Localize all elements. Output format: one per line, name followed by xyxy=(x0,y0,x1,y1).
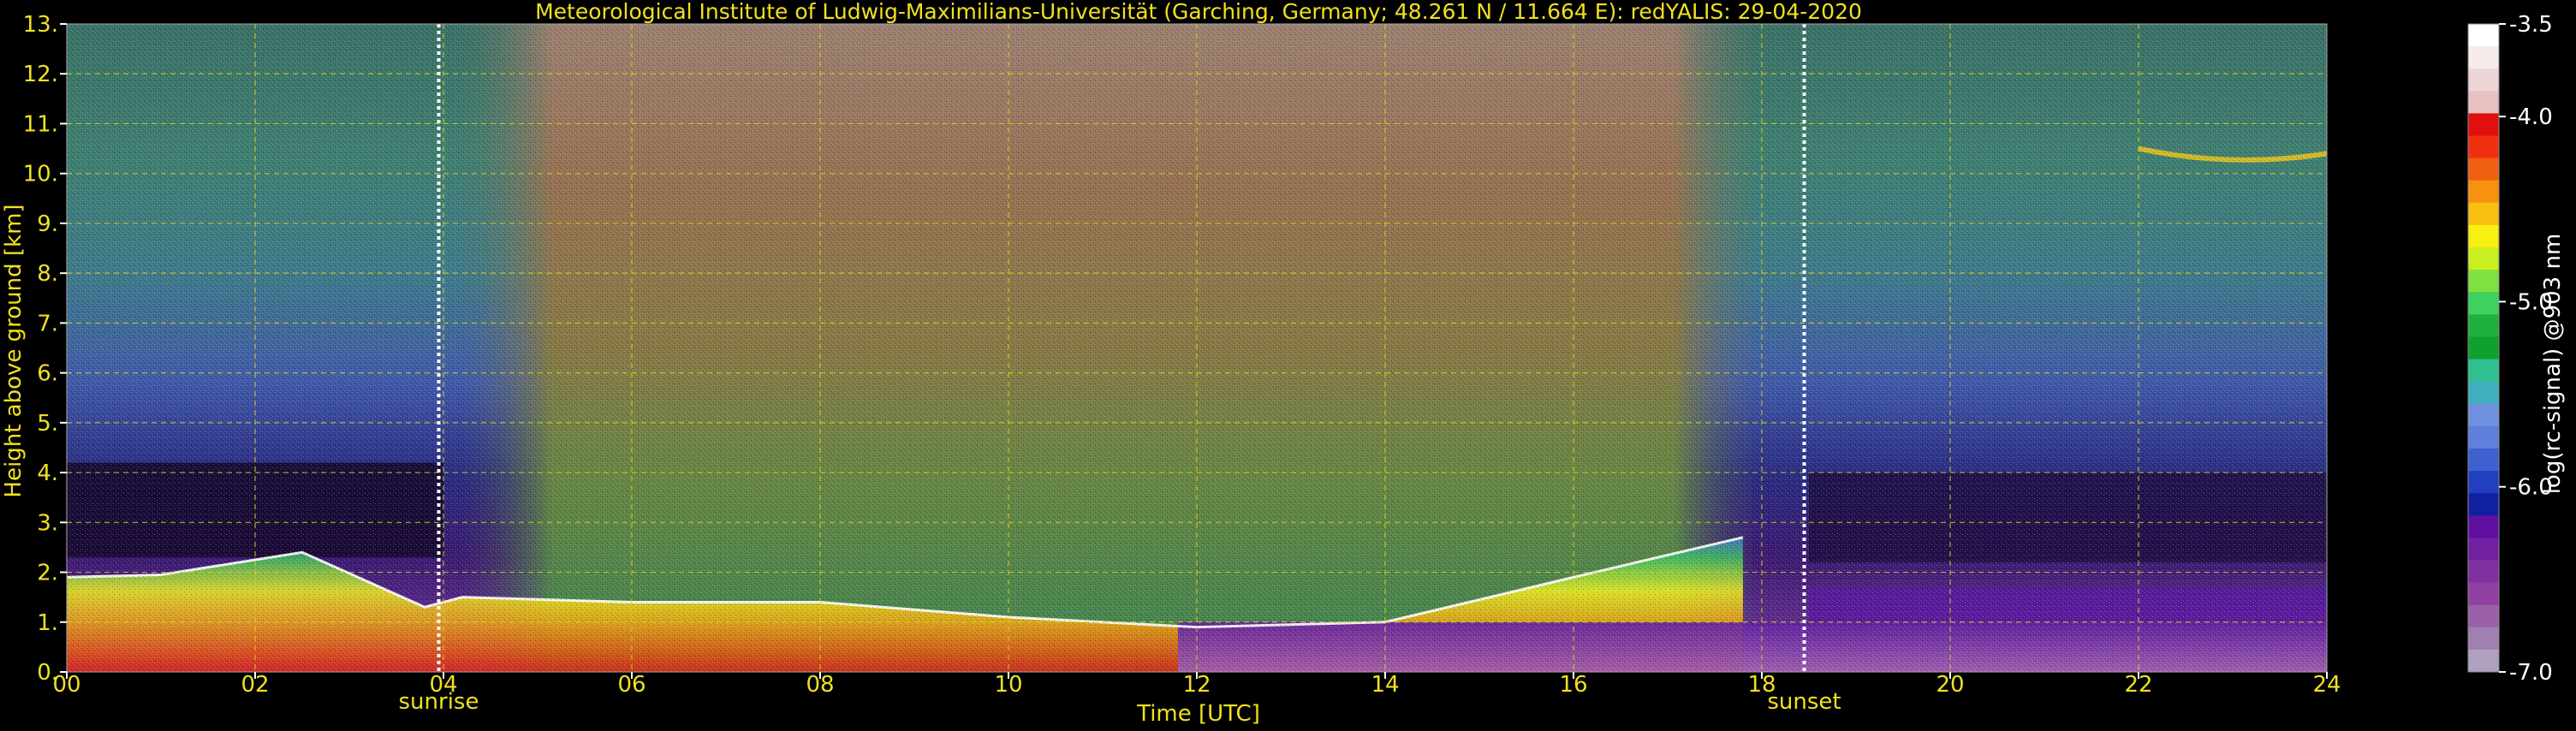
colorbar-swatch xyxy=(2468,336,2499,360)
x-tick-label: 20 xyxy=(1936,672,1964,698)
colorbar-swatch xyxy=(2468,113,2499,137)
x-tick-label: 12 xyxy=(1182,672,1211,698)
x-tick-label: 08 xyxy=(806,672,834,698)
y-tick-label: 2. xyxy=(37,561,58,586)
colorbar-swatch xyxy=(2468,515,2499,538)
y-tick-label: 1. xyxy=(37,610,58,636)
colorbar-tick-label: -4.0 xyxy=(2509,104,2553,130)
colorbar-tick-label: -7.0 xyxy=(2509,660,2553,686)
x-axis-label: Time [UTC] xyxy=(1136,701,1260,727)
colorbar-swatch xyxy=(2468,627,2499,651)
colorbar-swatch xyxy=(2468,604,2499,628)
colorbar-label: log(rc-signal) @903 nm xyxy=(2540,234,2566,495)
colorbar-swatch xyxy=(2468,24,2499,47)
colorbar-swatch xyxy=(2468,359,2499,383)
x-tick-label: 18 xyxy=(1747,672,1776,698)
x-tick-label: 02 xyxy=(241,672,269,698)
y-tick-label: 5. xyxy=(37,411,58,437)
colorbar-swatch xyxy=(2468,46,2499,69)
chart-title: Meteorological Institute of Ludwig-Maxim… xyxy=(535,0,1862,24)
y-tick-label: 8. xyxy=(37,261,58,287)
y-tick-label: 13. xyxy=(23,12,58,38)
x-tick-label: 22 xyxy=(2124,672,2152,698)
colorbar-swatch xyxy=(2468,448,2499,472)
colorbar-swatch xyxy=(2468,202,2499,226)
x-tick-label: 24 xyxy=(2312,672,2341,698)
colorbar-swatch xyxy=(2468,538,2499,561)
y-axis-label: Height above ground [km] xyxy=(1,204,27,497)
colorbar-swatch xyxy=(2468,247,2499,270)
colorbar-swatch xyxy=(2468,224,2499,248)
y-tick-label: 11. xyxy=(23,111,58,137)
y-tick-label: 4. xyxy=(37,461,58,486)
x-tick-label: 16 xyxy=(1559,672,1587,698)
colorbar-swatch xyxy=(2468,582,2499,606)
colorbar-swatch xyxy=(2468,403,2499,427)
colorbar-swatch xyxy=(2468,68,2499,92)
y-tick-label: 10. xyxy=(23,162,58,187)
x-tick-label: 04 xyxy=(429,672,457,698)
y-tick-label: 6. xyxy=(37,361,58,387)
colorbar-swatch xyxy=(2468,649,2499,673)
y-tick-label: 7. xyxy=(37,311,58,336)
colorbar-swatch xyxy=(2468,135,2499,159)
x-axis-ticks: 00 02 04 06 08 10 12 14 16 18 20 22 24 xyxy=(52,672,2341,698)
colorbar-tick-label: -3.5 xyxy=(2509,12,2553,38)
x-tick-label: 10 xyxy=(994,672,1022,698)
colorbar-swatch xyxy=(2468,471,2499,494)
y-tick-label: 0. xyxy=(37,660,58,686)
colorbar-swatch xyxy=(2468,425,2499,449)
y-tick-label: 3. xyxy=(37,510,58,536)
x-tick-label: 14 xyxy=(1371,672,1399,698)
colorbar-swatch xyxy=(2468,157,2499,181)
y-axis-ticks: 0. 1. 2. 3. 4. 5. 6. 7. 8. 9. 10. 11. 12. 13. xyxy=(23,12,67,686)
colorbar-swatch xyxy=(2468,381,2499,405)
colorbar-swatch xyxy=(2468,180,2499,204)
colorbar-swatch xyxy=(2468,270,2499,293)
colorbar-swatch xyxy=(2468,292,2499,315)
colorbar-swatch xyxy=(2468,91,2499,114)
colorbar-swatch xyxy=(2468,314,2499,337)
lidar-figure: sunrise sunset 00 02 04 06 08 10 12 14 16 18 20 22 24… xyxy=(0,0,2576,728)
event-label-sunset: sunset xyxy=(1767,689,1841,715)
colorbar-swatch xyxy=(2468,493,2499,516)
colorbar-swatch xyxy=(2468,560,2499,584)
x-tick-label: 06 xyxy=(617,672,645,698)
lidar-heatmap-chart: sunrise sunset 00 02 04 06 08 10 12 14 16 18 20 22 24… xyxy=(1,0,2566,727)
y-tick-label: 9. xyxy=(37,211,58,237)
y-tick-label: 12. xyxy=(23,62,58,87)
